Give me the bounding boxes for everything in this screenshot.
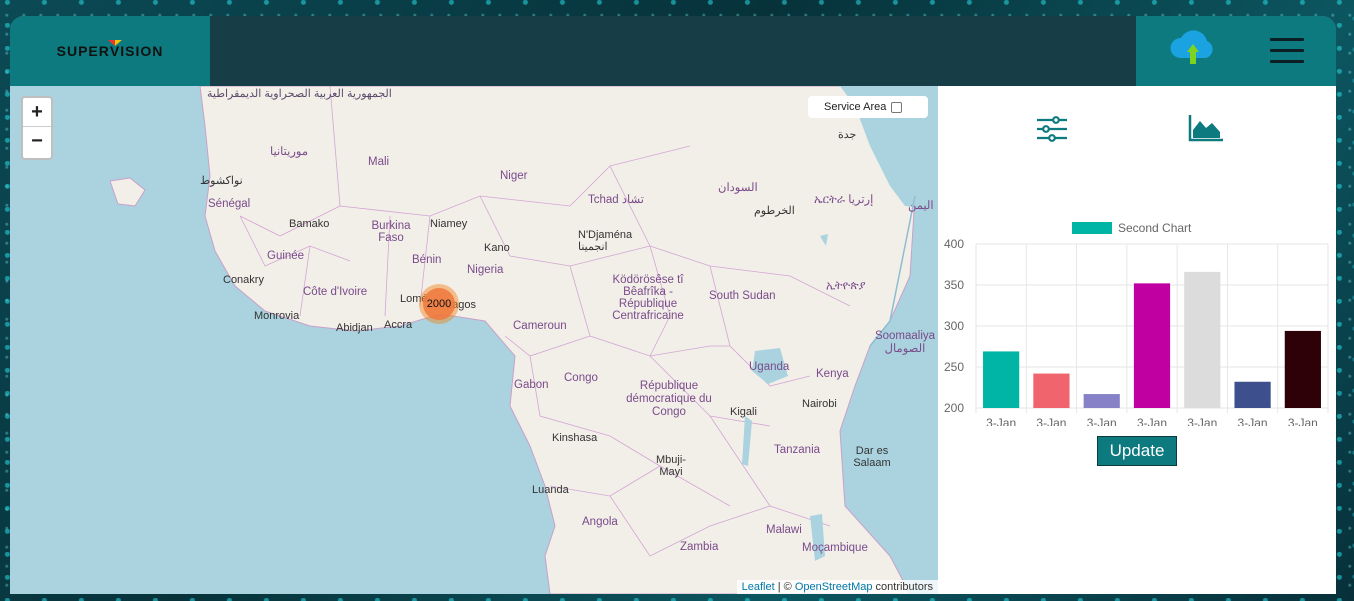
logo-box[interactable]: SUPERVISION — [10, 16, 210, 86]
bar — [1234, 381, 1271, 408]
map-label-malawi: Malawi — [766, 524, 802, 536]
side-panel: Second Chart 200 250 300 350 400 3-Jan 3-Jan 3-J… — [938, 86, 1336, 594]
map-view[interactable]: الجمهورية العربية الصحراوية الديمقراطية … — [10, 86, 938, 594]
map-label-ndjamena: N'Djaména انجمينا — [578, 229, 633, 253]
x-tick-label: 3-Jan — [1087, 416, 1117, 426]
map-label-niger: Niger — [500, 170, 528, 182]
map-label-gabon: Gabon — [514, 379, 549, 391]
cloud-upload-icon[interactable] — [1168, 28, 1218, 70]
map-label-southsudan: South Sudan — [709, 290, 776, 302]
hamburger-menu-icon[interactable] — [1270, 38, 1304, 66]
map-label-ethiopia: ኢትዮጵያ — [826, 280, 866, 292]
map-label-cameroun: Cameroun — [513, 320, 567, 332]
map-label-abidjan: Abidjan — [336, 322, 373, 334]
map-label-tchad: Tchad تشاد — [588, 194, 644, 206]
map-label-sahrawi: الجمهورية العربية الصحراوية الديمقراطية — [207, 88, 392, 101]
map-label-eritrea: ኤርትራ إرتريا — [814, 194, 874, 206]
supervision-logo: SUPERVISION — [56, 43, 164, 59]
map-label-uganda: Uganda — [749, 361, 790, 373]
map-label-nouakchott: نواكشوط — [200, 175, 243, 187]
update-button[interactable]: Update — [1097, 436, 1177, 466]
x-tick-label: 3-Jan — [1288, 416, 1318, 426]
map-label-accra: Accra — [384, 319, 413, 331]
zoom-control: + − — [21, 96, 53, 160]
bar — [1284, 330, 1321, 408]
map-label-nairobi: Nairobi — [802, 398, 837, 410]
leaflet-link[interactable]: Leaflet — [742, 581, 775, 593]
map-label-kinshasa: Kinshasa — [552, 432, 598, 444]
marker-cluster-count: 2000 — [423, 288, 455, 320]
map-label-rdc: République démocratique du Congo — [626, 380, 712, 418]
service-area-checkbox[interactable] — [891, 101, 903, 113]
y-tick-label: 350 — [944, 278, 964, 292]
map-label-kenya: Kenya — [816, 368, 849, 380]
map-tiles — [109, 86, 938, 594]
map-label-monrovia: Monrovia — [254, 310, 300, 322]
bar — [1083, 394, 1120, 408]
map-label-khartoum: الخرطوم — [754, 205, 795, 217]
attribution-separator: | © — [774, 581, 795, 593]
map-label-kano: Kano — [484, 242, 510, 254]
map-label-niamey: Niamey — [430, 218, 468, 230]
map-attribution: Leaflet | © OpenStreetMap contributors — [736, 580, 938, 594]
bar — [983, 351, 1020, 408]
map-label-kigali: Kigali — [730, 406, 757, 418]
osm-link[interactable]: OpenStreetMap — [795, 581, 873, 593]
x-tick-label: 3-Jan — [1137, 416, 1167, 426]
map-label-jeddah: جدة — [838, 129, 857, 141]
x-tick-label: 3-Jan — [986, 416, 1016, 426]
y-tick-label: 200 — [944, 401, 964, 415]
legend-label: Second Chart — [1118, 221, 1192, 235]
x-tick-label: 3-Jan — [1036, 416, 1066, 426]
map-label-benin: Bénin — [412, 254, 442, 266]
map-label-guinee: Guinée — [267, 250, 305, 262]
y-tick-label: 300 — [944, 319, 964, 333]
area-chart-icon[interactable] — [1188, 114, 1224, 142]
marker-cluster[interactable]: 2000 — [419, 284, 459, 324]
bar — [1184, 271, 1221, 408]
map-label-mocambique: Moçambique — [802, 542, 868, 554]
header-actions — [1136, 16, 1336, 86]
map-label-mauritania: موريتانيا — [270, 146, 309, 158]
map-label-yemen: اليمن — [908, 200, 934, 212]
map-label-senegal: Sénégal — [208, 198, 251, 210]
bar-chart: Second Chart 200 250 300 350 400 3-Jan 3-Jan 3-J… — [944, 221, 1329, 426]
map-label-somalia: Soomaaliya الصومال — [874, 330, 936, 355]
x-tick-label: 3-Jan — [1238, 416, 1268, 426]
map-label-conakry: Conakry — [223, 274, 264, 286]
bar — [1033, 373, 1070, 408]
app-frame: SUPERVISION موريتانيا نواكشوط Mali Niger… — [10, 16, 1336, 594]
y-tick-label: 250 — [944, 360, 964, 374]
map-label-sudan: السودان — [718, 182, 758, 194]
map-label-burkina: Burkina Faso — [371, 220, 411, 244]
service-area-label: Service Area — [824, 101, 887, 113]
map-label-mbujimayi: Mbuji-Mayi — [656, 454, 686, 478]
map-label-angola: Angola — [582, 516, 618, 528]
map-label-bamako: Bamako — [289, 218, 330, 230]
map-label-zambia: Zambia — [680, 541, 719, 553]
map-label-car: Ködörösêse tî Bêafrîka - République Cent… — [612, 274, 684, 322]
map-label-luanda: Luanda — [532, 484, 569, 496]
map-label-congo: Congo — [564, 372, 598, 384]
x-tick-label: 3-Jan — [1187, 416, 1217, 426]
map-label-mali: Mali — [368, 156, 390, 168]
map-label-tanzania: Tanzania — [774, 444, 821, 456]
zoom-out-button[interactable]: − — [23, 127, 51, 156]
map-label-daressalaam: Dar es Salaam — [853, 445, 891, 469]
map-label-nigeria: Nigeria — [467, 264, 504, 276]
map-label-cotedivoire: Côte d'Ivoire — [303, 286, 368, 298]
y-tick-label: 400 — [944, 237, 964, 251]
service-area-control: Service Area — [808, 96, 928, 118]
legend-swatch — [1072, 222, 1112, 234]
bar — [1133, 283, 1171, 408]
sliders-icon[interactable] — [1036, 116, 1068, 142]
attribution-suffix: contributors — [872, 581, 933, 593]
zoom-in-button[interactable]: + — [23, 98, 51, 127]
top-header: SUPERVISION — [10, 16, 1336, 86]
